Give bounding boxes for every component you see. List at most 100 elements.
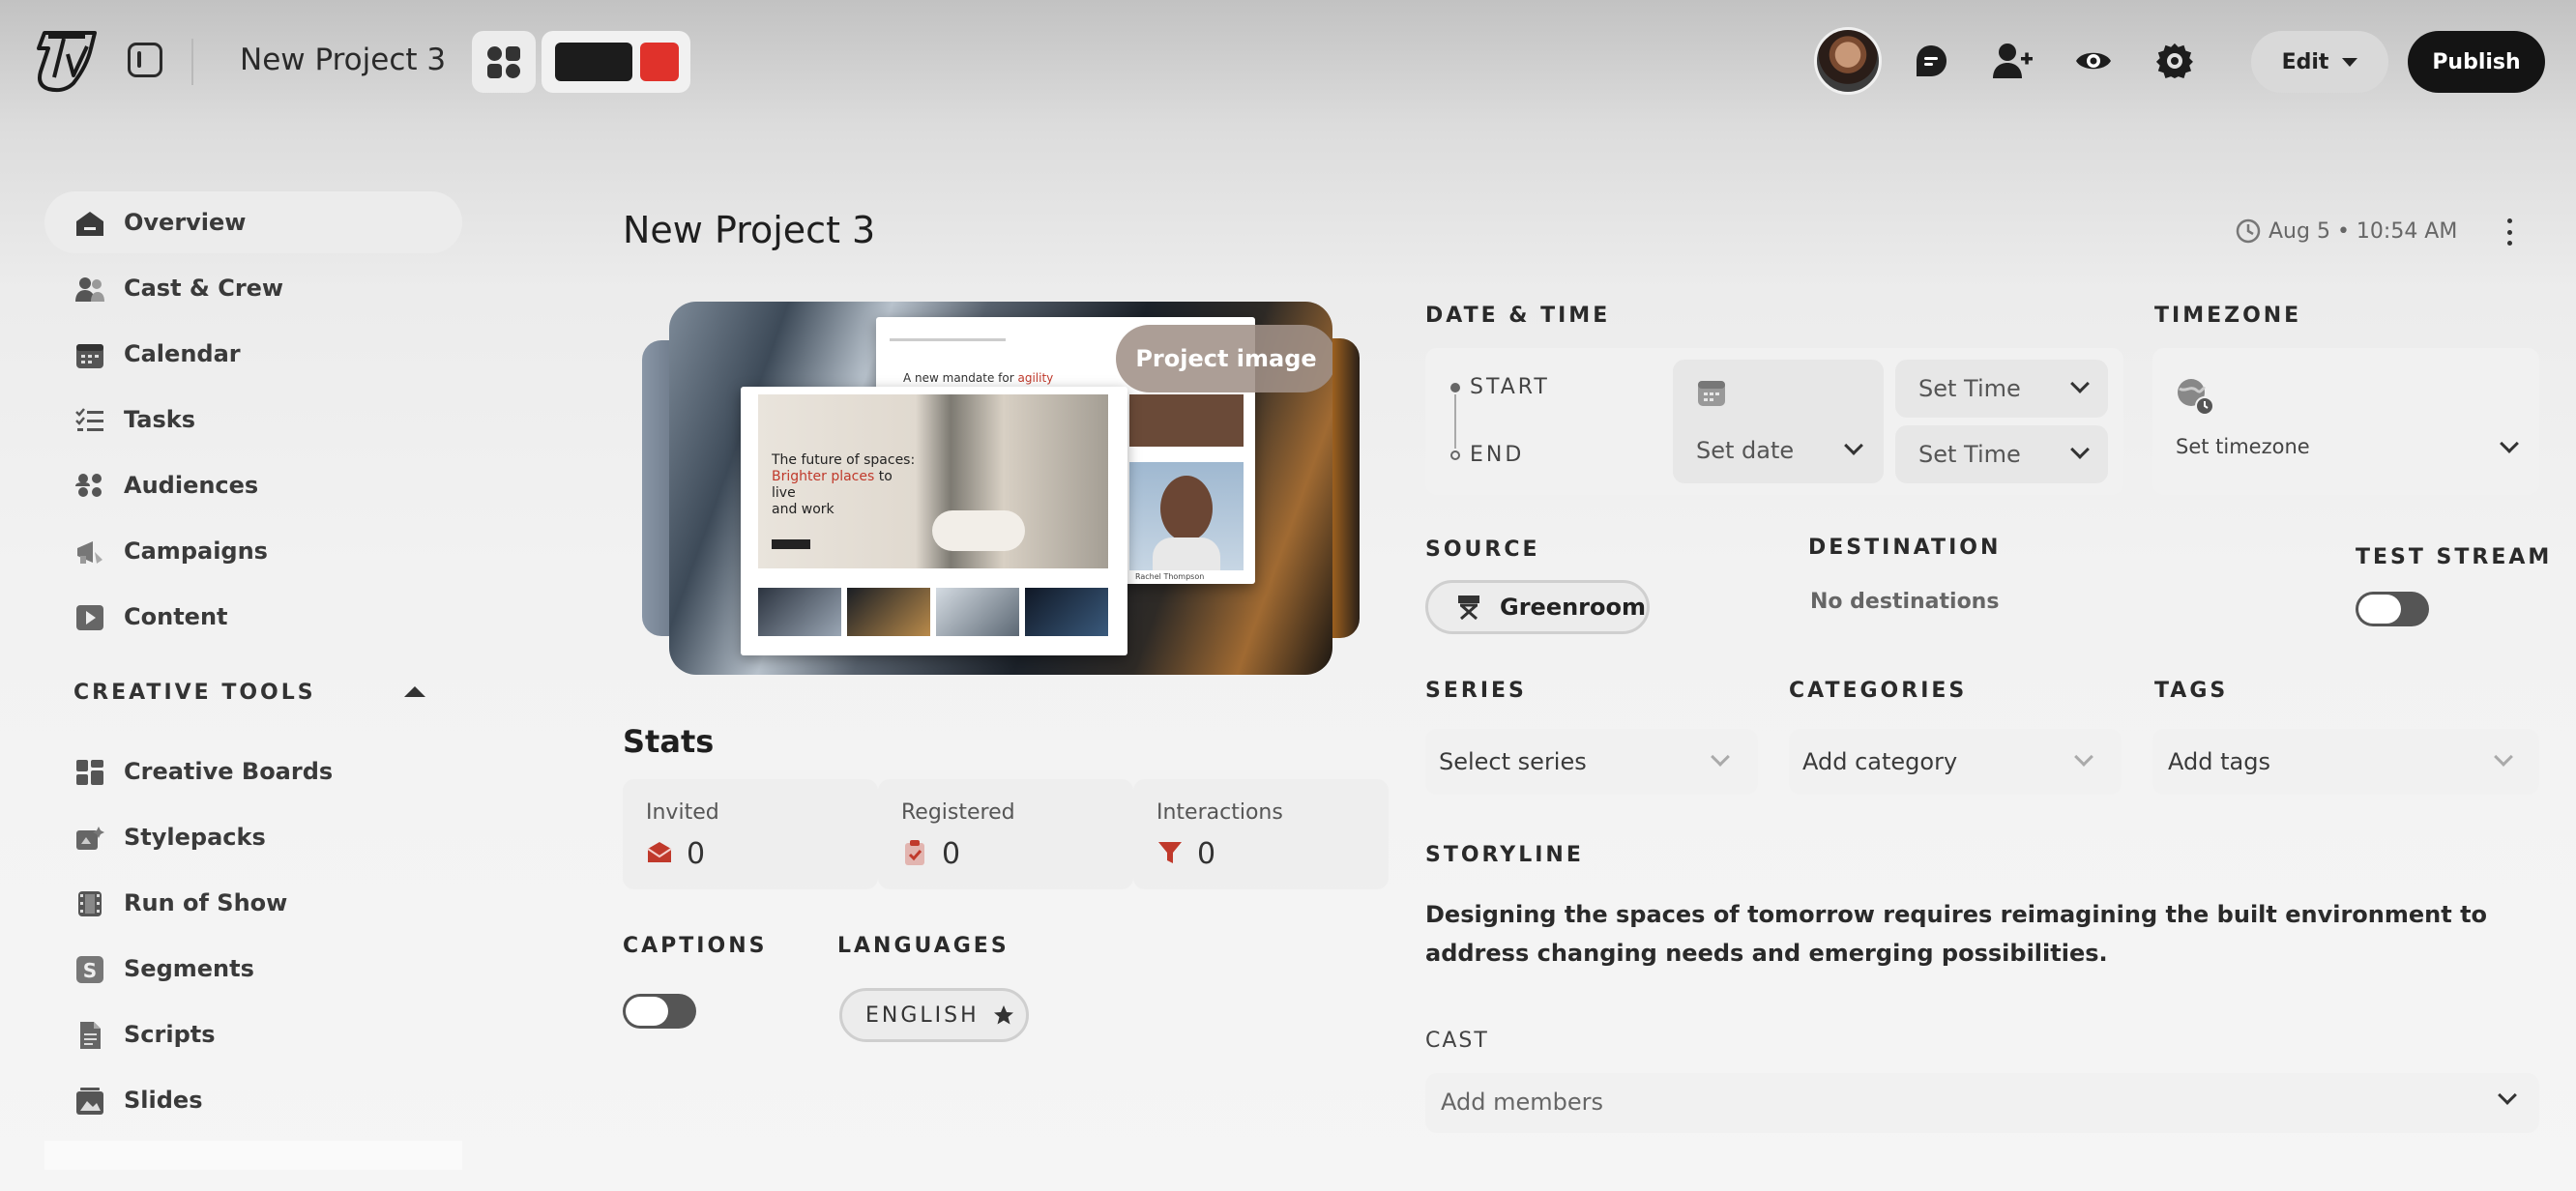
test-stream-toggle[interactable] <box>2356 592 2429 626</box>
languages-label: LANGUAGES <box>837 934 1010 958</box>
apps-grid-button[interactable] <box>472 31 536 93</box>
stylepack-icon <box>76 827 104 850</box>
sidebar-item-stylepacks[interactable]: Stylepacks <box>44 806 462 868</box>
chat-icon[interactable] <box>1911 41 1951 81</box>
slides-icon <box>76 1088 103 1115</box>
sidebar-item-campaigns[interactable]: Campaigns <box>44 520 462 582</box>
edit-label: Edit <box>2281 49 2329 74</box>
clock-icon <box>2236 218 2261 244</box>
directors-chair-icon <box>1458 596 1479 621</box>
cast-select[interactable]: Add members <box>1425 1073 2539 1133</box>
cast-label: CAST <box>1425 1029 1489 1053</box>
end-label: END <box>1470 443 1525 467</box>
red-swatch[interactable] <box>640 43 679 81</box>
source-value: Greenroom <box>1500 594 1646 621</box>
sidebar-item-calendar[interactable]: Calendar <box>44 323 462 385</box>
more-options-icon[interactable] <box>2503 218 2516 246</box>
preview-headline-2: Brighter places <box>772 469 875 484</box>
sidebar-item-content[interactable]: Content <box>44 586 462 648</box>
preview-card-title: A new mandate for <box>903 371 1018 385</box>
start-time-select[interactable]: Set Time <box>1895 360 2108 418</box>
avatar[interactable] <box>1814 27 1882 95</box>
preview-headline-1: The future of spaces: <box>772 452 916 468</box>
chevron-down-icon <box>1711 747 1730 767</box>
sidebar-item-label: Tasks <box>124 406 196 433</box>
start-dot <box>1450 383 1460 392</box>
preview-card-front: The future of spaces: Brighter places to… <box>741 387 1127 655</box>
audience-icon <box>75 474 102 497</box>
boards-icon <box>76 760 103 785</box>
add-user-icon[interactable] <box>1992 41 2033 81</box>
preview-person-name: Rachel Thompson <box>1135 572 1205 581</box>
chevron-down-icon <box>2070 440 2090 459</box>
settings-gear-icon[interactable] <box>2154 41 2195 81</box>
preview-card-title-accent: agility <box>1017 371 1054 385</box>
date-picker[interactable]: Set date <box>1673 360 1884 483</box>
categories-select[interactable]: Add category <box>1789 729 2122 795</box>
sidebar-item-tasks[interactable]: Tasks <box>44 389 462 450</box>
page-title: New Project 3 <box>623 209 876 251</box>
chevron-down-icon <box>2498 1086 2517 1105</box>
series-label: SERIES <box>1425 679 1527 703</box>
timestamp-text: Aug 5 • 10:54 AM <box>2269 218 2458 244</box>
categories-placeholder: Add category <box>1802 748 1958 775</box>
sidebar-item-creative-boards[interactable]: Creative Boards <box>44 741 462 802</box>
chevron-down-icon <box>2074 747 2093 767</box>
tags-select[interactable]: Add tags <box>2152 729 2539 795</box>
envelope-icon <box>647 842 672 862</box>
star-icon[interactable] <box>993 1004 1014 1026</box>
timezone-select[interactable]: Set timezone <box>2152 348 2539 495</box>
sidebar-footer <box>44 1141 462 1170</box>
stat-label: Invited <box>646 800 719 825</box>
storyline-label: STORYLINE <box>1425 843 1584 867</box>
sidebar-item-audiences[interactable]: Audiences <box>44 454 462 516</box>
collapse-caret-icon[interactable] <box>404 686 425 697</box>
tags-placeholder: Add tags <box>2168 748 2270 775</box>
start-time-placeholder: Set Time <box>1918 375 2021 402</box>
timezone-label: TIMEZONE <box>2154 304 2302 328</box>
sidebar-toggle-icon[interactable] <box>128 43 162 77</box>
home-icon <box>76 212 103 236</box>
project-image-button[interactable]: Project image <box>1116 325 1332 392</box>
sidebar-item-segments[interactable]: S Segments <box>44 938 462 1000</box>
captions-toggle[interactable] <box>623 994 696 1029</box>
tags-label: TAGS <box>2154 679 2229 703</box>
cast-placeholder: Add members <box>1441 1089 1603 1116</box>
language-chip-label: ENGLISH <box>865 1002 980 1028</box>
end-time-select[interactable]: Set Time <box>1895 425 2108 483</box>
stat-registered: Registered 0 <box>878 779 1133 889</box>
sidebar-item-label: Scripts <box>124 1021 216 1048</box>
globe-clock-icon <box>2178 379 2214 416</box>
checklist-icon <box>75 408 103 431</box>
brand-logo[interactable] <box>35 27 99 95</box>
sidebar-item-label: Cast & Crew <box>124 275 284 302</box>
stat-value: 0 <box>687 837 706 871</box>
sidebar-item-cast-crew[interactable]: Cast & Crew <box>44 257 462 319</box>
stat-invited: Invited 0 <box>623 779 878 889</box>
edit-dropdown-button[interactable]: Edit <box>2251 31 2388 93</box>
project-name[interactable]: New Project 3 <box>240 43 446 77</box>
project-image[interactable]: A new mandate for agility Rachel Thompso… <box>642 302 1360 675</box>
calendar-icon <box>1698 381 1725 406</box>
play-icon <box>76 605 103 630</box>
stat-value: 0 <box>942 837 961 871</box>
preview-eye-icon[interactable] <box>2073 41 2114 81</box>
dark-swatch[interactable] <box>555 43 632 81</box>
storyline-text[interactable]: Designing the spaces of tomorrow require… <box>1425 895 2547 973</box>
source-label: SOURCE <box>1425 537 1540 562</box>
sidebar-item-scripts[interactable]: Scripts <box>44 1003 462 1065</box>
source-chip[interactable]: Greenroom <box>1425 580 1650 634</box>
series-select[interactable]: Select series <box>1425 729 1758 795</box>
last-updated: Aug 5 • 10:54 AM <box>2236 218 2457 244</box>
sidebar-item-run-of-show[interactable]: Run of Show <box>44 872 462 934</box>
sidebar-item-overview[interactable]: Overview <box>44 191 462 253</box>
publish-button[interactable]: Publish <box>2408 31 2545 93</box>
captions-label: CAPTIONS <box>623 934 768 958</box>
calendar-icon <box>76 344 103 368</box>
script-icon <box>80 1022 101 1049</box>
language-chip-english[interactable]: ENGLISH <box>839 988 1029 1042</box>
theme-swatches[interactable] <box>542 31 690 93</box>
stat-label: Registered <box>901 800 1015 825</box>
project-image-preview: A new mandate for agility Rachel Thompso… <box>669 302 1332 675</box>
sidebar-item-slides[interactable]: Slides <box>44 1069 462 1131</box>
